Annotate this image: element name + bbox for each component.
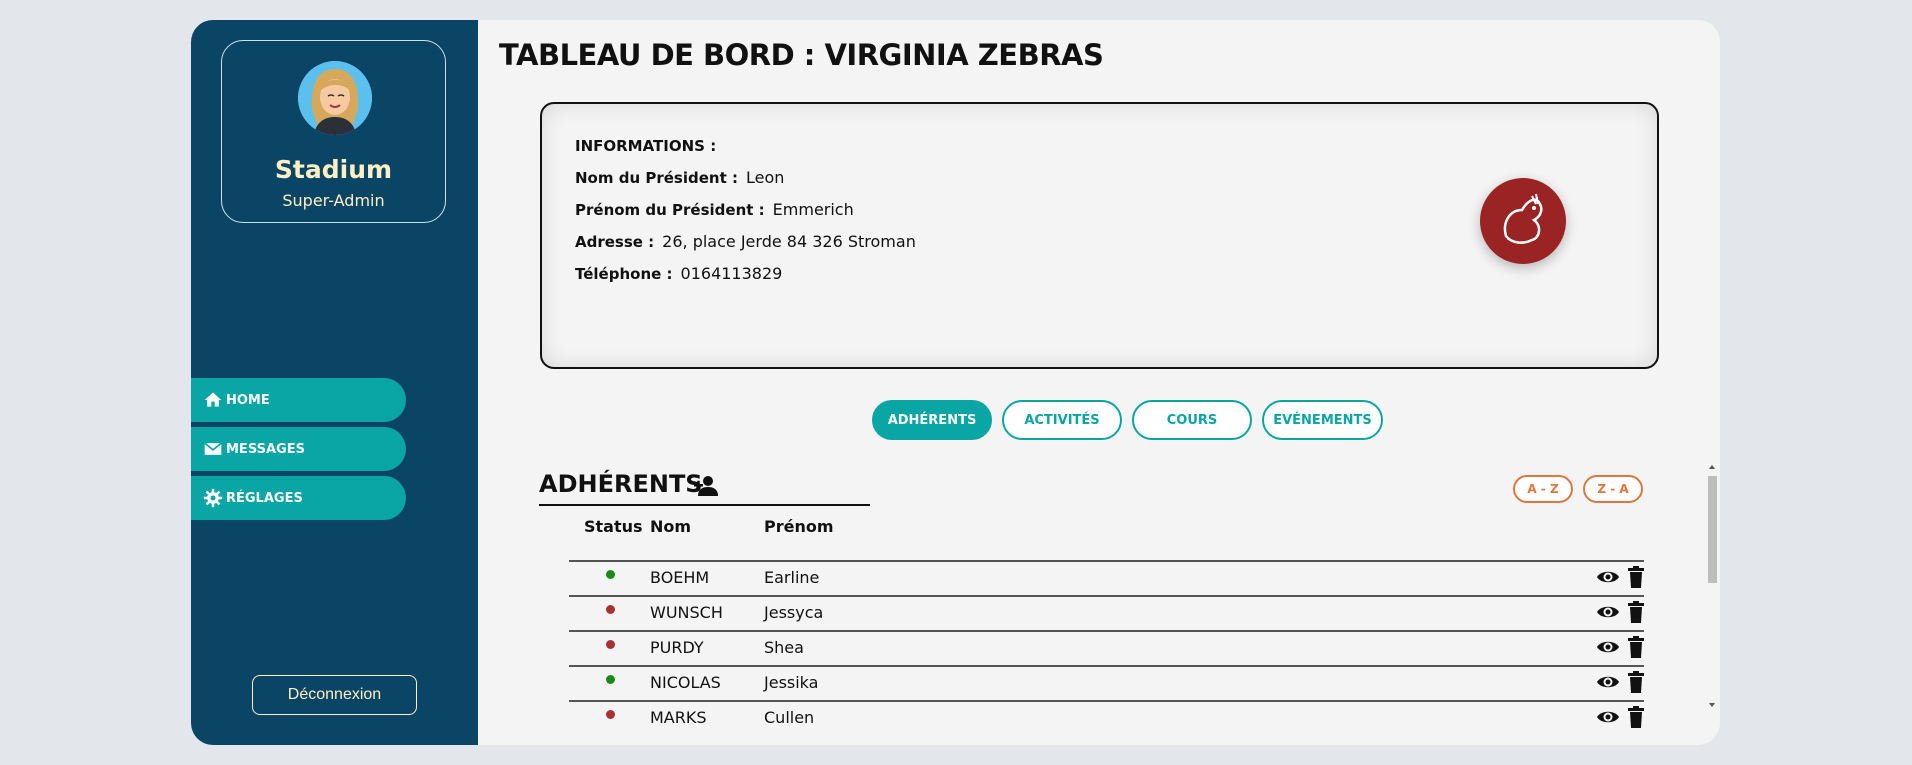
tab-cours[interactable]: COURS bbox=[1132, 400, 1252, 440]
tab-evenements[interactable]: EVÉNEMENTS bbox=[1262, 400, 1383, 440]
section-underline bbox=[539, 504, 870, 506]
scroll-down-icon[interactable] bbox=[1706, 700, 1718, 710]
info-telephone: Téléphone :0164113829 bbox=[575, 264, 783, 283]
column-header-nom: Nom bbox=[650, 517, 692, 536]
sidebar-item-home[interactable]: HOME bbox=[191, 378, 406, 422]
member-nom: MARKS bbox=[650, 708, 707, 727]
info-adresse: Adresse :26, place Jerde 84 326 Stroman bbox=[575, 232, 916, 251]
status-dot bbox=[606, 710, 615, 719]
info-president-prenom: Prénom du Président : Emmerich bbox=[575, 200, 854, 219]
info-card: INFORMATIONS : Nom du Président : Leon Pr… bbox=[540, 102, 1659, 369]
status-dot bbox=[606, 605, 615, 614]
member-nom: BOEHM bbox=[650, 568, 710, 587]
sidebar-item-label: HOME bbox=[226, 392, 270, 408]
status-dot bbox=[606, 675, 615, 684]
profile-name: Stadium bbox=[274, 155, 393, 184]
tab-adherents[interactable]: ADHÉRENTS bbox=[872, 400, 992, 440]
table-row: NICOLAS Jessika bbox=[569, 665, 1644, 700]
column-header-prenom: Prénom bbox=[764, 517, 834, 536]
logout-button[interactable]: Déconnexion bbox=[252, 675, 417, 715]
tab-activites[interactable]: ACTIVITÉS bbox=[1002, 400, 1122, 440]
table-row: BOEHM Earline bbox=[569, 560, 1644, 595]
trash-icon[interactable] bbox=[1628, 636, 1644, 658]
member-nom: WUNSCH bbox=[650, 603, 723, 622]
info-heading: INFORMATIONS : bbox=[575, 137, 717, 155]
view-icon[interactable] bbox=[1596, 637, 1620, 657]
status-dot bbox=[606, 570, 615, 579]
view-icon[interactable] bbox=[1596, 672, 1620, 692]
member-nom: PURDY bbox=[650, 638, 704, 657]
member-prenom: Jessyca bbox=[764, 603, 824, 622]
column-header-status: Status bbox=[584, 517, 643, 536]
page-title: TABLEAU DE BORD : VIRGINIA ZEBRAS bbox=[499, 38, 1104, 72]
sidebar-item-label: MESSAGES bbox=[226, 441, 305, 457]
trash-icon[interactable] bbox=[1628, 706, 1644, 728]
view-icon[interactable] bbox=[1596, 707, 1620, 727]
trash-icon[interactable] bbox=[1628, 671, 1644, 693]
table-row: WUNSCH Jessyca bbox=[569, 595, 1644, 630]
member-prenom: Earline bbox=[764, 568, 820, 587]
scroll-thumb[interactable] bbox=[1708, 476, 1717, 583]
scroll-up-icon[interactable] bbox=[1706, 462, 1718, 472]
sidebar: Stadium Super-Admin HOME MESSAGES RÉGLAG… bbox=[191, 20, 478, 745]
info-president-nom: Nom du Président : Leon bbox=[575, 168, 785, 187]
profile-role: Super-Admin bbox=[282, 191, 385, 210]
add-user-icon[interactable] bbox=[693, 475, 719, 497]
sort-desc-button[interactable]: Z - A bbox=[1583, 475, 1643, 503]
section-title: ADHÉRENTS bbox=[539, 470, 703, 498]
app-window: Stadium Super-Admin HOME MESSAGES RÉGLAG… bbox=[191, 20, 1720, 745]
view-icon[interactable] bbox=[1596, 602, 1620, 622]
trash-icon[interactable] bbox=[1628, 566, 1644, 588]
sidebar-item-messages[interactable]: MESSAGES bbox=[191, 427, 406, 471]
sidebar-item-label: RÉGLAGES bbox=[226, 490, 303, 506]
table-row: PURDY Shea bbox=[569, 630, 1644, 665]
trash-icon[interactable] bbox=[1628, 601, 1644, 623]
home-icon bbox=[204, 392, 222, 407]
profile-card: Stadium Super-Admin bbox=[221, 40, 446, 223]
gear-icon bbox=[203, 488, 223, 508]
view-icon[interactable] bbox=[1596, 567, 1620, 587]
table-row: MARKS Cullen bbox=[569, 700, 1644, 735]
club-logo bbox=[1480, 178, 1566, 264]
status-dot bbox=[606, 640, 615, 649]
avatar bbox=[298, 61, 372, 135]
member-prenom: Cullen bbox=[764, 708, 815, 727]
mail-icon bbox=[204, 442, 222, 455]
sort-asc-button[interactable]: A - Z bbox=[1513, 475, 1573, 503]
member-nom: NICOLAS bbox=[650, 673, 721, 692]
member-prenom: Jessika bbox=[764, 673, 819, 692]
scrollbar[interactable] bbox=[1706, 460, 1718, 712]
member-prenom: Shea bbox=[764, 638, 804, 657]
sidebar-item-settings[interactable]: RÉGLAGES bbox=[191, 476, 406, 520]
